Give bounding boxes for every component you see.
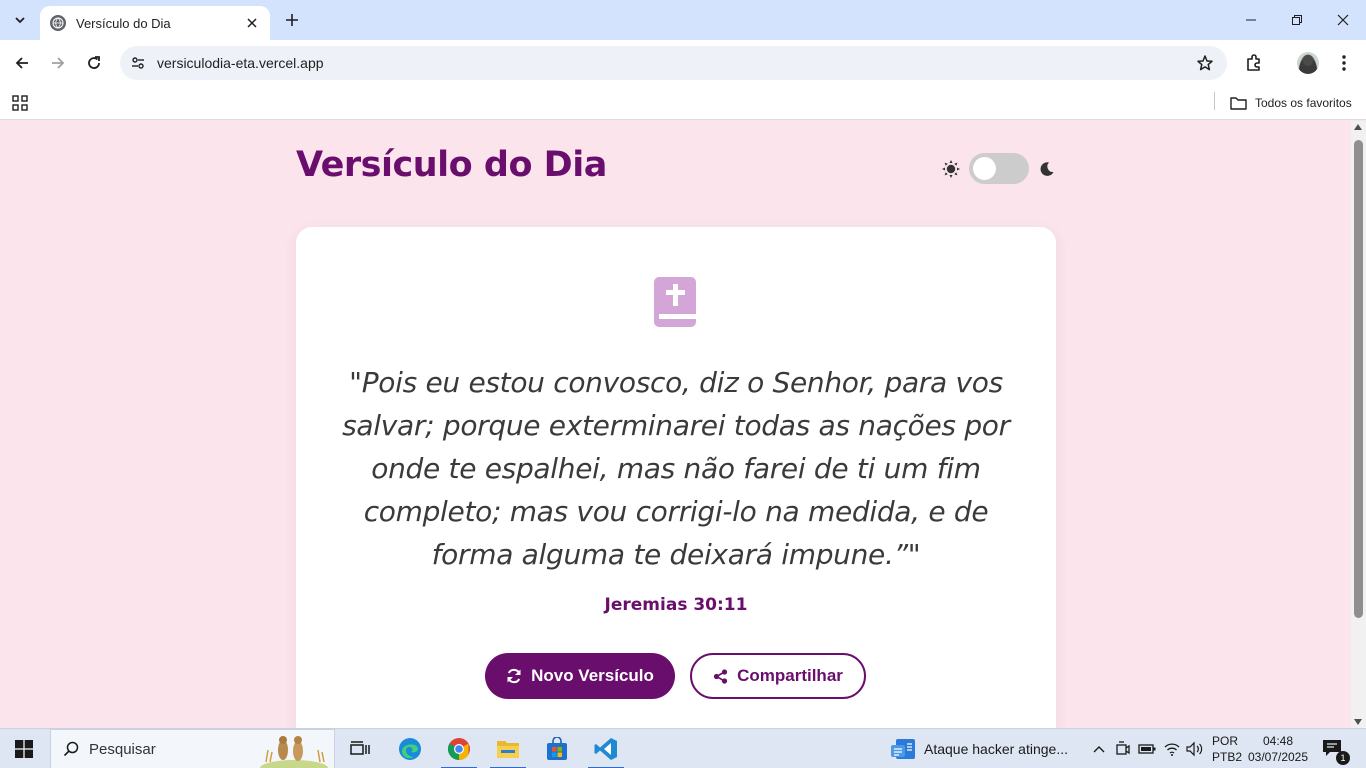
dark-mode-switch[interactable] (969, 153, 1029, 184)
reload-button[interactable] (80, 49, 108, 77)
task-view-button[interactable] (336, 729, 384, 768)
edge-icon (399, 738, 421, 760)
windows-logo-icon (15, 740, 33, 758)
close-tab-icon[interactable] (244, 15, 260, 31)
news-headline: Ataque hacker atinge... (924, 741, 1068, 757)
clock-date: 03/07/2025 (1247, 750, 1309, 764)
vscode-icon (594, 738, 617, 760)
search-highlight-meerkats-image (260, 736, 328, 768)
page-title: Versículo do Dia (296, 145, 607, 185)
browser-tab-bar: Versículo do Dia (0, 0, 1366, 40)
apps-grid-icon[interactable] (10, 93, 30, 113)
search-icon (63, 741, 79, 757)
tab-search-button[interactable] (8, 8, 32, 32)
moon-icon (1037, 159, 1057, 179)
restore-button[interactable] (1274, 0, 1320, 40)
theme-toggle (940, 153, 1057, 184)
new-verse-label: Novo Versículo (531, 666, 654, 685)
browser-menu-button[interactable] (1330, 49, 1358, 77)
news-widget[interactable]: Ataque hacker atinge... (890, 729, 1068, 768)
new-verse-button[interactable]: Novo Versículo (485, 653, 675, 699)
chrome-app-button[interactable] (435, 729, 483, 768)
store-icon (547, 737, 567, 760)
verse-text: "Pois eu estou convosco, diz o Senhor, p… (342, 366, 1010, 571)
avatar (1297, 52, 1319, 74)
browser-toolbar: versiculodia-eta.vercel.app (0, 40, 1366, 86)
notification-center-button[interactable]: 1 (1322, 739, 1350, 765)
globe-icon (50, 15, 66, 31)
minimize-icon (1246, 19, 1256, 21)
tab-title: Versículo do Dia (76, 15, 171, 31)
restore-icon (1292, 15, 1302, 25)
forward-button[interactable] (44, 49, 72, 77)
microsoft-store-app-button[interactable] (533, 729, 581, 768)
new-tab-button[interactable] (280, 8, 304, 32)
scroll-up-arrow-icon[interactable] (1354, 124, 1362, 130)
clock-time: 04:48 (1262, 734, 1294, 748)
minimize-button[interactable] (1228, 0, 1274, 40)
url-text[interactable]: versiculodia-eta.vercel.app (157, 55, 1193, 71)
more-vertical-icon (1342, 55, 1346, 71)
edge-app-button[interactable] (386, 729, 434, 768)
bible-icon (654, 277, 696, 327)
all-bookmarks-label: Todos os favoritos (1255, 96, 1352, 110)
arrow-right-icon (52, 57, 65, 69)
back-button[interactable] (8, 49, 36, 77)
share-label: Compartilhar (737, 666, 843, 685)
windows-taskbar: Pesquisar Ataque hacker atinge... POR PT… (0, 728, 1366, 768)
volume-icon[interactable] (1185, 739, 1205, 759)
verse-reference: Jeremias 30:11 (604, 595, 748, 615)
scroll-down-arrow-icon[interactable] (1354, 719, 1362, 725)
wifi-icon[interactable] (1162, 739, 1182, 759)
address-bar[interactable]: versiculodia-eta.vercel.app (120, 46, 1227, 80)
close-window-button[interactable] (1320, 0, 1366, 40)
bookmarks-bar: Todos os favoritos (0, 86, 1366, 120)
folder-icon (1230, 97, 1247, 110)
bookmark-star-icon[interactable] (1193, 51, 1217, 75)
chevron-down-icon (15, 17, 25, 24)
file-explorer-app-button[interactable] (484, 729, 532, 768)
site-info-icon[interactable] (128, 53, 148, 73)
refresh-icon (507, 668, 521, 684)
share-button[interactable]: Compartilhar (690, 653, 866, 699)
folder-icon (497, 741, 519, 758)
taskbar-search[interactable]: Pesquisar (50, 729, 335, 768)
profile-avatar[interactable] (1294, 49, 1322, 77)
start-button[interactable] (0, 729, 48, 768)
news-icon (891, 739, 915, 759)
switch-knob (973, 157, 996, 180)
browser-tab[interactable]: Versículo do Dia (40, 6, 270, 40)
plus-icon (286, 14, 298, 26)
system-clock[interactable]: 04:48 03/07/2025 (1247, 733, 1309, 765)
all-bookmarks-button[interactable]: Todos os favoritos (1230, 90, 1352, 116)
close-icon (1337, 14, 1349, 26)
notification-count-badge: 1 (1336, 751, 1350, 765)
extensions-icon[interactable] (1240, 49, 1268, 77)
vscode-app-button[interactable] (582, 729, 630, 768)
chrome-icon (448, 738, 470, 760)
battery-icon[interactable] (1137, 739, 1157, 759)
scroll-thumb[interactable] (1354, 140, 1363, 618)
verse-card: "Pois eu estou convosco, diz o Senhor, p… (296, 227, 1056, 728)
reload-icon (88, 56, 100, 69)
chevron-up-icon (1093, 746, 1105, 753)
page-scrollbar[interactable] (1351, 121, 1366, 728)
task-view-icon (350, 741, 370, 755)
arrow-left-icon (15, 57, 28, 69)
taskbar-search-placeholder: Pesquisar (89, 740, 156, 758)
page-viewport: Versículo do Dia "Pois eu estou convosco… (0, 121, 1351, 728)
keyboard-layout: PTB2 (1212, 750, 1243, 764)
input-language-indicator[interactable]: POR PTB2 (1212, 733, 1242, 765)
sun-icon (940, 158, 962, 180)
language-code: POR (1212, 734, 1239, 748)
meet-now-icon[interactable] (1113, 739, 1133, 759)
show-hidden-icons-button[interactable] (1089, 739, 1109, 759)
bookmarks-divider (1214, 92, 1215, 110)
share-icon (713, 668, 728, 684)
